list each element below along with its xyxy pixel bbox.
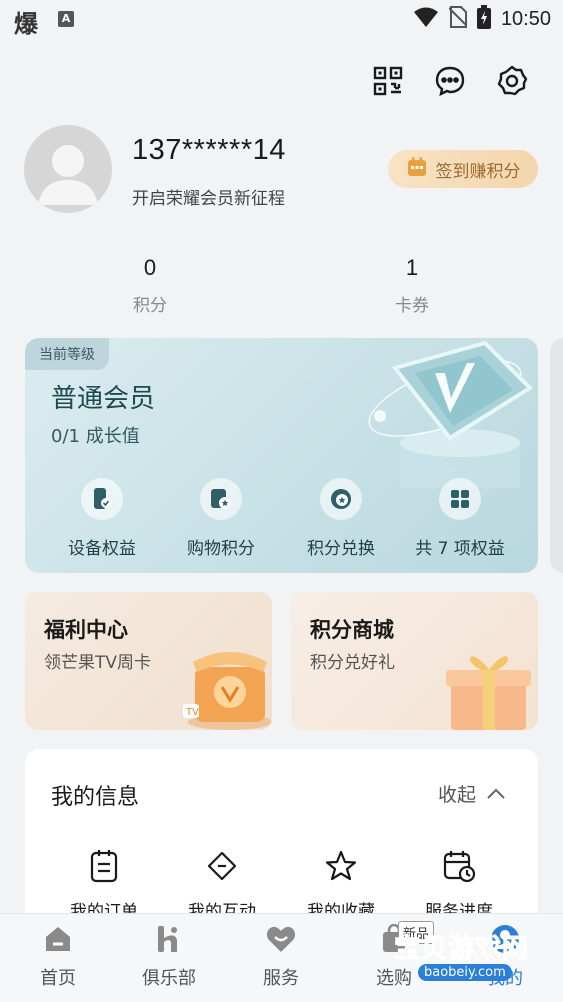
- gift-icon: [446, 656, 531, 730]
- benefit-label-all: 共 7 项权益: [415, 539, 505, 559]
- points-stat[interactable]: 0 积分: [50, 255, 250, 316]
- member-level-card[interactable]: 当前等级 普通会员 0/1 成长值 设备权益 购物积分 积分兑换 共 7 项权益: [25, 338, 538, 573]
- promo-subtitle-welfare: 领芒果TV周卡: [44, 653, 152, 673]
- battery-charging-icon: [476, 5, 491, 33]
- heart-icon: [265, 926, 297, 958]
- avatar[interactable]: [24, 125, 112, 213]
- watermark-url: baobeiy.com: [418, 964, 512, 981]
- status-bar: 爆 A 10:50: [0, 0, 563, 40]
- benefit-device[interactable]: 设备权益: [42, 478, 162, 559]
- points-label: 积分: [133, 296, 167, 316]
- coupons-stat[interactable]: 1 卡券: [312, 255, 512, 316]
- qr-code-icon[interactable]: [371, 64, 405, 98]
- nav-home[interactable]: 首页: [8, 924, 108, 990]
- exchange-icon: [320, 478, 362, 520]
- coupons-label: 卡券: [395, 296, 429, 316]
- message-icon[interactable]: [433, 64, 467, 98]
- username[interactable]: 137******14: [132, 134, 286, 167]
- nav-club[interactable]: 俱乐部: [119, 924, 219, 990]
- nav-label-service: 服务: [263, 968, 299, 989]
- service-progress-icon: [442, 851, 476, 887]
- star-icon: [324, 850, 358, 887]
- points-mall-card[interactable]: 积分商城 积分兑好礼: [291, 592, 538, 730]
- order-icon: [89, 850, 119, 887]
- collapse-button[interactable]: 收起: [438, 780, 506, 807]
- info-title: 我的信息: [51, 785, 140, 810]
- points-value: 0: [143, 255, 157, 280]
- wifi-icon: [413, 6, 439, 32]
- status-icons: 10:50: [413, 5, 551, 33]
- device-icon: [81, 478, 123, 520]
- info-item-orders[interactable]: 我的订单: [44, 849, 164, 922]
- benefit-exchange[interactable]: 积分兑换: [281, 478, 401, 559]
- current-level-tag: 当前等级: [25, 338, 109, 370]
- home-icon: [42, 927, 74, 958]
- chevron-up-icon: [486, 783, 506, 805]
- benefit-shopping-points[interactable]: 购物积分: [161, 478, 281, 559]
- benefit-label-exchange: 积分兑换: [307, 539, 375, 559]
- promo-subtitle-mall: 积分兑好礼: [310, 653, 395, 673]
- collapse-label: 收起: [437, 784, 476, 806]
- promo-title-mall: 积分商城: [310, 618, 394, 642]
- profile-subtitle: 开启荣耀会员新征程: [132, 189, 285, 209]
- next-card-peek[interactable]: [550, 338, 563, 573]
- grid-icon: [439, 478, 481, 520]
- club-icon: [155, 926, 183, 958]
- info-item-favorites[interactable]: 我的收藏: [281, 849, 401, 922]
- interaction-icon: [205, 851, 239, 887]
- svg-text:TV: TV: [186, 707, 199, 718]
- info-item-service-progress[interactable]: 服务进度: [399, 849, 519, 922]
- clock-time: 10:50: [500, 7, 551, 30]
- shopping-points-icon: [200, 478, 242, 520]
- settings-icon[interactable]: [495, 64, 529, 98]
- info-item-interactions[interactable]: 我的互动: [162, 849, 282, 922]
- input-method-badge: A: [58, 11, 74, 27]
- app-notification-glyph: 爆: [14, 10, 38, 38]
- signin-earn-points-button[interactable]: 签到赚积分: [388, 150, 538, 188]
- member-level-title: 普通会员: [51, 384, 156, 414]
- nav-service[interactable]: 服务: [231, 924, 331, 990]
- benefit-label-device: 设备权益: [68, 539, 136, 559]
- calendar-icon: [406, 156, 428, 183]
- site-watermark: 新品 宝贝游戏网 baobeiy.com: [380, 918, 540, 994]
- growth-value: 0/1 成长值: [51, 426, 140, 447]
- welfare-center-card[interactable]: TV 福利中心 领芒果TV周卡: [25, 592, 272, 730]
- gift-box-illustration: TV: [183, 652, 272, 730]
- benefit-label-shopping-points: 购物积分: [187, 539, 255, 559]
- benefit-all[interactable]: 共 7 项权益: [400, 478, 520, 559]
- watermark-text: 宝贝游戏网: [393, 934, 530, 965]
- v-badge-illustration: [368, 340, 534, 488]
- signin-label: 签到赚积分: [435, 161, 521, 182]
- coupons-value: 1: [405, 255, 419, 280]
- nav-label-club: 俱乐部: [142, 968, 196, 989]
- nav-label-home: 首页: [40, 968, 76, 989]
- promo-title-welfare: 福利中心: [44, 618, 128, 642]
- no-sim-icon: [448, 6, 468, 32]
